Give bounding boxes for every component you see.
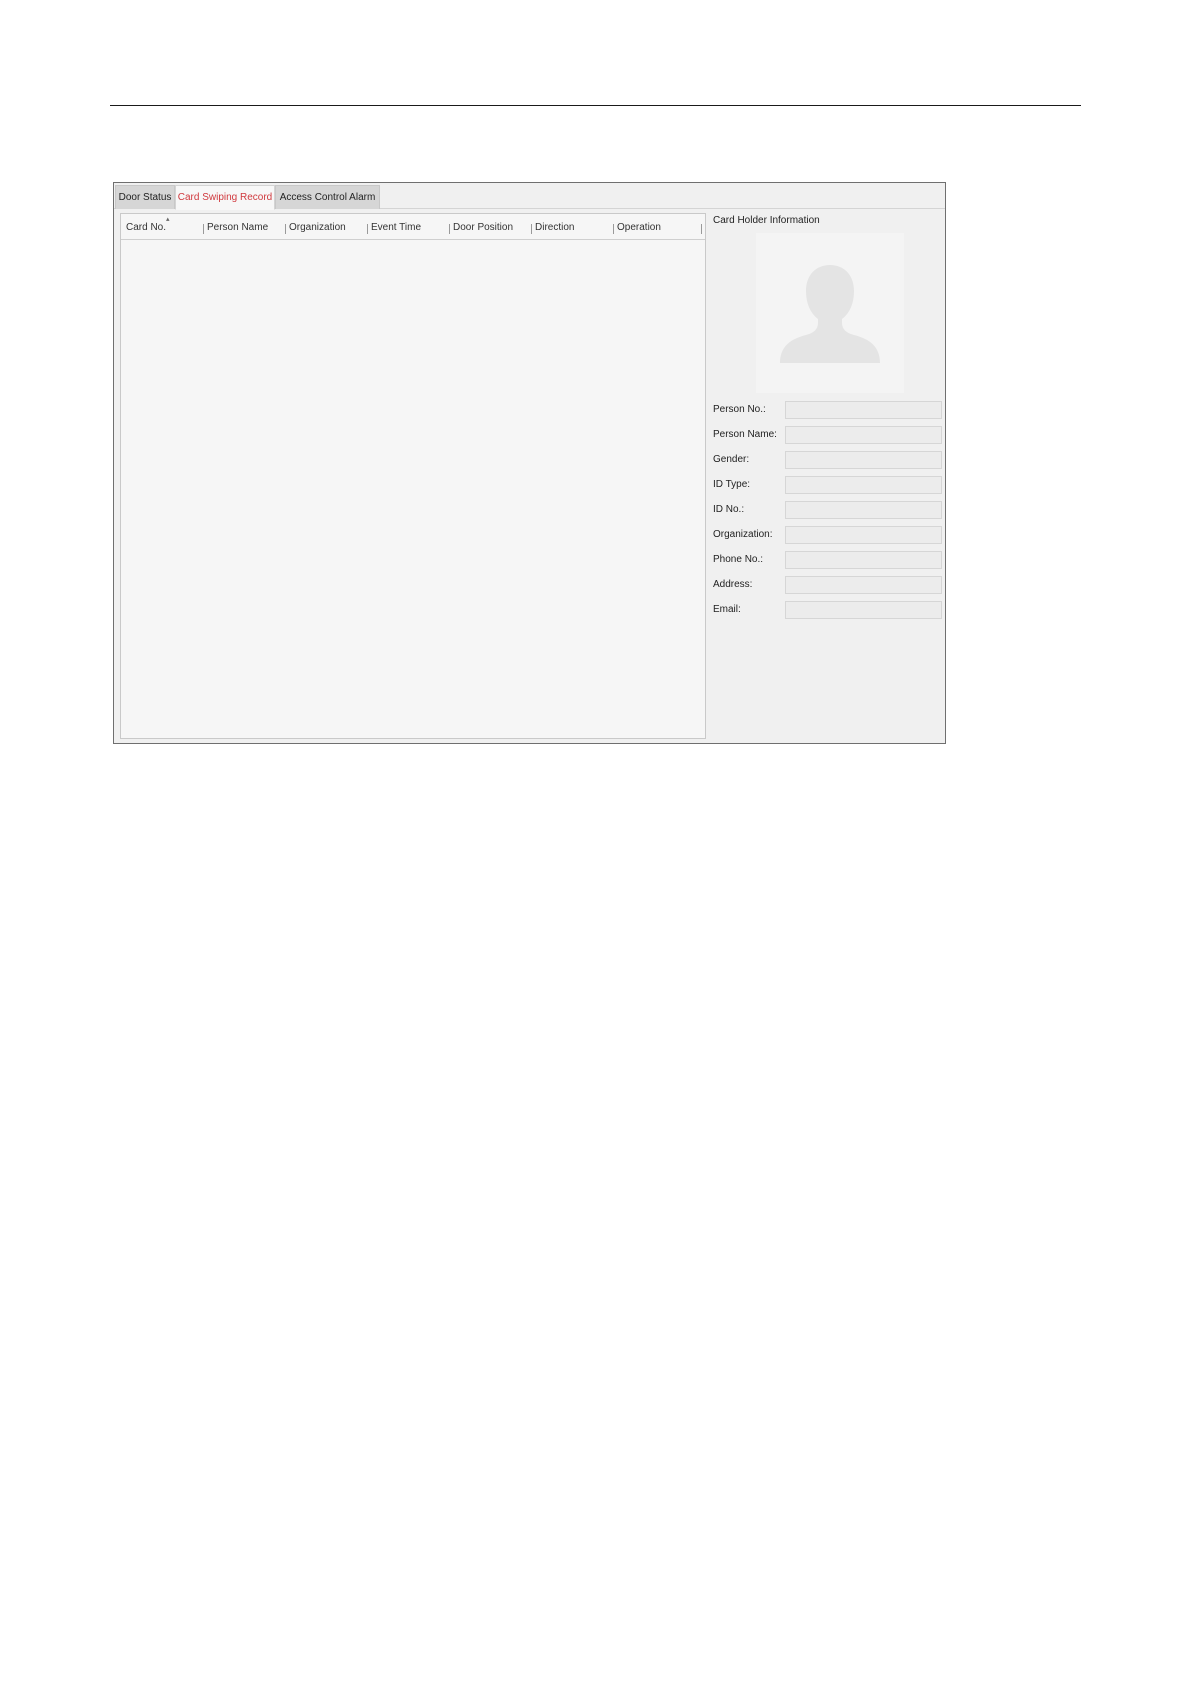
- field-row-id-type: ID Type:: [713, 476, 943, 496]
- tab-bar: Door Status Card Swiping Record Access C…: [114, 183, 945, 210]
- phone-no-label: Phone No.:: [713, 554, 764, 565]
- field-row-organization: Organization:: [713, 526, 943, 546]
- phone-no-field[interactable]: [785, 551, 942, 569]
- id-no-label: ID No.:: [713, 504, 745, 515]
- tab-door-status[interactable]: Door Status: [115, 185, 175, 209]
- access-control-window: Door Status Card Swiping Record Access C…: [113, 182, 946, 744]
- field-row-gender: Gender:: [713, 451, 943, 471]
- address-label: Address:: [713, 579, 753, 590]
- field-row-id-no: ID No.:: [713, 501, 943, 521]
- column-header-direction[interactable]: Direction: [535, 214, 574, 239]
- person-name-field[interactable]: [785, 426, 942, 444]
- email-label: Email:: [713, 604, 741, 615]
- table-header: ▴ Card No. Person Name Organization Even…: [121, 214, 705, 240]
- column-header-card-no[interactable]: ▴ Card No.: [126, 214, 170, 239]
- card-holder-info-panel: Card Holder Information Person No.: Pers…: [710, 209, 944, 739]
- id-no-field[interactable]: [785, 501, 942, 519]
- field-row-email: Email:: [713, 601, 943, 621]
- column-header-operation[interactable]: Operation: [617, 214, 661, 239]
- card-holder-photo: [756, 233, 904, 393]
- person-no-field[interactable]: [785, 401, 942, 419]
- table-body: [121, 240, 705, 738]
- column-resize-handle[interactable]: [613, 224, 614, 234]
- field-row-person-no: Person No.:: [713, 401, 943, 421]
- column-resize-handle[interactable]: [203, 224, 204, 234]
- column-header-person-name[interactable]: Person Name: [207, 214, 268, 239]
- person-name-label: Person Name:: [713, 429, 777, 440]
- field-row-person-name: Person Name:: [713, 426, 943, 446]
- tab-card-swiping-record[interactable]: Card Swiping Record: [175, 185, 275, 210]
- person-no-label: Person No.:: [713, 404, 766, 415]
- card-holder-info-title: Card Holder Information: [713, 215, 820, 226]
- address-field[interactable]: [785, 576, 942, 594]
- page-header-rule: [110, 105, 1081, 106]
- column-header-organization[interactable]: Organization: [289, 214, 346, 239]
- card-swiping-record-table: ▴ Card No. Person Name Organization Even…: [120, 213, 706, 739]
- person-silhouette-icon: [780, 265, 880, 363]
- column-resize-handle[interactable]: [285, 224, 286, 234]
- column-resize-handle[interactable]: [701, 224, 702, 234]
- column-resize-handle[interactable]: [367, 224, 368, 234]
- tab-access-control-alarm[interactable]: Access Control Alarm: [275, 185, 380, 209]
- organization-label: Organization:: [713, 529, 773, 540]
- column-resize-handle[interactable]: [531, 224, 532, 234]
- column-resize-handle[interactable]: [449, 224, 450, 234]
- organization-field[interactable]: [785, 526, 942, 544]
- field-row-phone-no: Phone No.:: [713, 551, 943, 571]
- email-field[interactable]: [785, 601, 942, 619]
- gender-label: Gender:: [713, 454, 750, 465]
- gender-field[interactable]: [785, 451, 942, 469]
- column-header-door-position[interactable]: Door Position: [453, 214, 513, 239]
- column-header-event-time[interactable]: Event Time: [371, 214, 421, 239]
- column-header-label: Card No.: [126, 222, 167, 233]
- sort-ascending-icon: ▴: [166, 216, 170, 223]
- id-type-field[interactable]: [785, 476, 942, 494]
- id-type-label: ID Type:: [713, 479, 751, 490]
- field-row-address: Address:: [713, 576, 943, 596]
